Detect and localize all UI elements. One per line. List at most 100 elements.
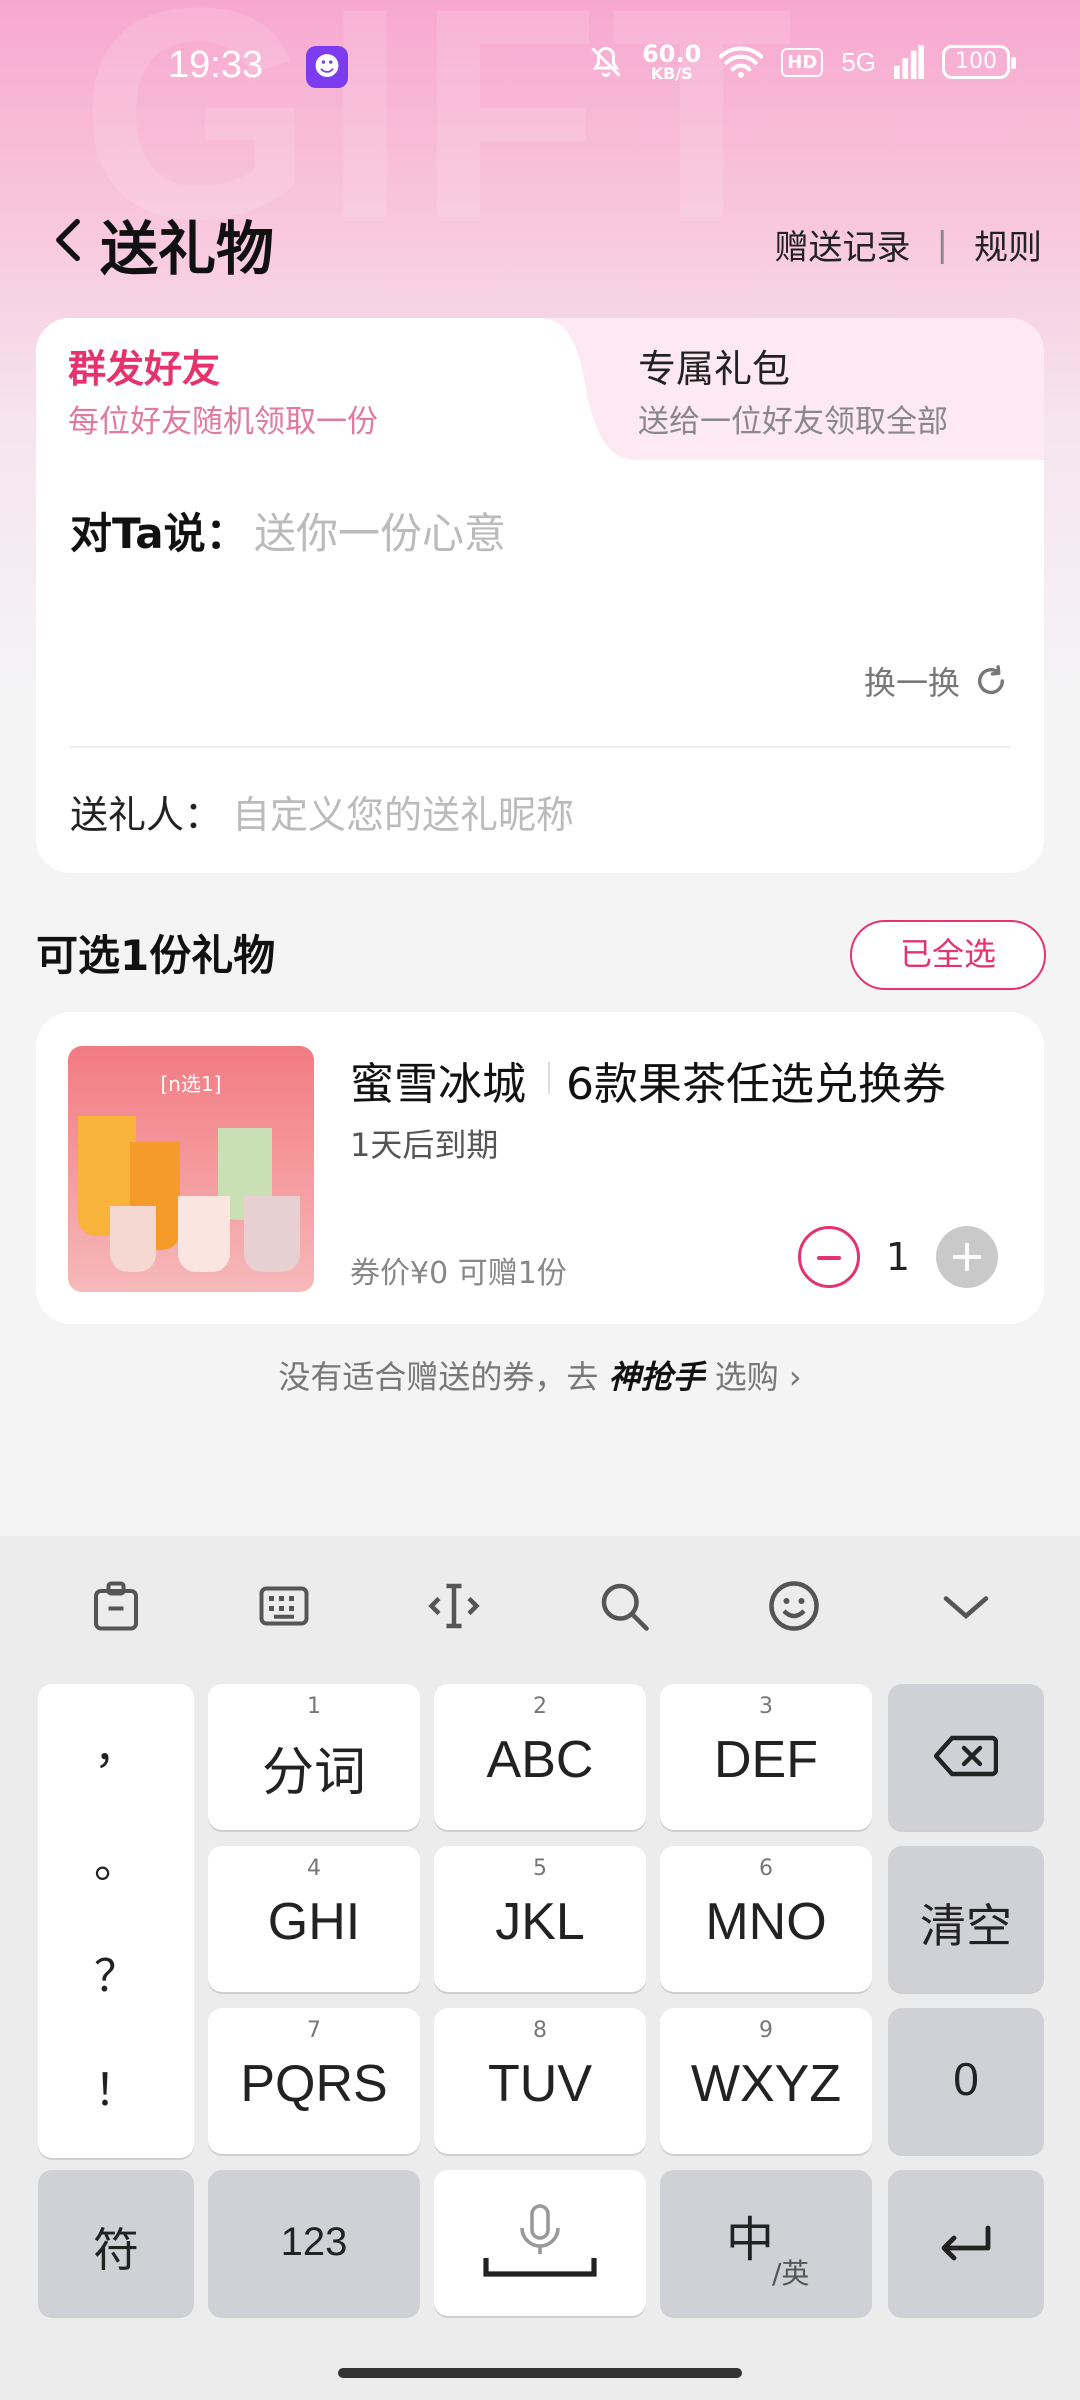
page-title: 送礼物 — [100, 215, 275, 283]
increase-quantity-button[interactable] — [936, 1226, 998, 1288]
keyboard-layout-icon[interactable] — [254, 1576, 314, 1636]
key-label: 清空 — [920, 1900, 1012, 1952]
space-voice-key[interactable] — [434, 2170, 646, 2316]
key-6-mno[interactable]: 6 MNO — [660, 1846, 872, 1992]
status-bar: 19:33 ☻ 60.0 KB/S HD 5G 100 — [0, 0, 1080, 130]
key-4-ghi[interactable]: 4 GHI — [208, 1846, 420, 1992]
gift-mode-tabs: 专属礼包 送给一位好友领取全部 群发好友 每位好友随机领取一份 — [36, 318, 1044, 460]
refresh-icon — [977, 665, 1005, 695]
mute-icon — [591, 46, 621, 77]
key-number: 4 — [307, 1856, 321, 1881]
top-navigation: 送礼物 赠送记录 | 规则 — [0, 190, 1080, 290]
key-3-def[interactable]: 3 DEF — [660, 1684, 872, 1830]
symbols-key[interactable]: 符 — [38, 2170, 194, 2316]
gift-section-title: 可选1份礼物 — [36, 931, 276, 980]
signal-label: 5G — [841, 46, 876, 77]
quantity-value: 1 — [885, 1235, 911, 1279]
collapse-keyboard-icon[interactable] — [936, 1576, 996, 1636]
keyboard-toolbar — [0, 1536, 1080, 1676]
enter-icon — [941, 2225, 991, 2261]
product-expiry: 1天后到期 — [350, 1126, 499, 1164]
product-image: [n选1] — [68, 1046, 314, 1292]
brand-separator — [548, 1062, 550, 1094]
key-number: 9 — [759, 2018, 773, 2043]
back-arrow-icon[interactable] — [50, 218, 86, 262]
app-notification-icon: ☻ — [306, 46, 348, 88]
clipboard-icon[interactable] — [86, 1576, 146, 1636]
key-5-jkl[interactable]: 5 JKL — [434, 1846, 646, 1992]
message-input[interactable]: 送你一份心意 — [254, 500, 506, 561]
refresh-label: 换一换 — [863, 664, 960, 702]
tab-subtitle: 送给一位好友领取全部 — [638, 404, 948, 440]
microphone-icon — [483, 2204, 597, 2277]
backspace-icon — [933, 1735, 999, 1777]
key-label: GHI — [267, 1893, 361, 1951]
hint-prefix: 没有适合赠送的券，去 — [278, 1358, 599, 1396]
key-label: 0 — [953, 2053, 979, 2105]
battery-indicator: 100 — [942, 45, 1016, 79]
tab-group-send[interactable]: 群发好友 每位好友随机领取一份 — [36, 318, 596, 460]
rules-link[interactable]: 规则 — [974, 220, 1042, 269]
key-number: 6 — [759, 1856, 773, 1881]
punct-period-key[interactable]: 。 — [38, 1826, 194, 1890]
product-image-tag: [n选1] — [160, 1072, 222, 1096]
select-all-button[interactable]: 已全选 — [850, 920, 1046, 990]
status-time: 19:33 — [168, 44, 264, 86]
key-number: 1 — [307, 1694, 321, 1719]
key-label: WXYZ — [690, 2055, 842, 2113]
shop-more-hint[interactable]: 没有适合赠送的券，去 神抢手 选购 › — [0, 1352, 1080, 1398]
key-8-tuv[interactable]: 8 TUV — [434, 2008, 646, 2154]
key-2-abc[interactable]: 2 ABC — [434, 1684, 646, 1830]
keyboard: ， 。 ？ ！ 1 分词 2 ABC 3 DEF 4 GHI 5 JKL 6 MNO 清空 … — [0, 1536, 1080, 2400]
gift-record-link[interactable]: 赠送记录 — [775, 220, 911, 269]
key-number: 8 — [533, 2018, 547, 2043]
punct-comma-key[interactable]: ， — [38, 1712, 194, 1776]
clear-key[interactable]: 清空 — [888, 1846, 1044, 1992]
key-label: 符 — [93, 2224, 139, 2276]
decrease-quantity-button[interactable] — [798, 1226, 860, 1288]
key-0[interactable]: 0 — [888, 2008, 1044, 2154]
quantity-stepper: 1 — [798, 1226, 998, 1288]
hint-brand: 神抢手 — [608, 1358, 705, 1396]
product-name: 6款果茶任选兑换券 — [566, 1059, 946, 1110]
hd-badge: HD — [781, 47, 824, 77]
punct-question-key[interactable]: ？ — [38, 1940, 194, 2004]
key-label: JKL — [495, 1893, 585, 1951]
cursor-move-icon[interactable] — [424, 1576, 484, 1636]
tab-title: 专属礼包 — [638, 347, 791, 391]
key-label: DEF — [714, 1731, 818, 1789]
punct-exclamation-key[interactable]: ！ — [38, 2054, 194, 2118]
sender-nickname-input[interactable]: 自定义您的送礼昵称 — [232, 784, 574, 839]
product-card[interactable]: [n选1] 蜜雪冰城 6款果茶任选兑换券 1天后到期 券价¥0 可赠1份 1 — [36, 1012, 1044, 1324]
refresh-message-button[interactable]: 换一换 — [864, 658, 1008, 704]
product-price-info: 券价¥0 可赠1份 — [350, 1256, 567, 1291]
numbers-key[interactable]: 123 — [208, 2170, 420, 2316]
key-7-pqrs[interactable]: 7 PQRS — [208, 2008, 420, 2154]
emoji-icon[interactable] — [764, 1576, 824, 1636]
key-number: 5 — [533, 1856, 547, 1881]
gift-message-card: 专属礼包 送给一位好友领取全部 群发好友 每位好友随机领取一份 对Ta说： 送你… — [36, 318, 1044, 873]
punctuation-column: ， 。 ？ ！ — [38, 1684, 194, 2158]
tab-title: 群发好友 — [68, 347, 221, 391]
lang-main-label: 中 — [726, 2212, 775, 2268]
home-indicator[interactable] — [338, 2368, 742, 2378]
status-icons: 60.0 KB/S HD 5G 100 — [588, 42, 1016, 82]
key-label: PQRS — [240, 2055, 388, 2113]
key-number: 3 — [759, 1694, 773, 1719]
lang-sub-label: /英 — [772, 2257, 810, 2290]
backspace-key[interactable] — [888, 1684, 1044, 1830]
key-1-fenci[interactable]: 1 分词 — [208, 1684, 420, 1830]
key-9-wxyz[interactable]: 9 WXYZ — [660, 2008, 872, 2154]
search-icon[interactable] — [594, 1576, 654, 1636]
message-label: 对Ta说： — [70, 509, 248, 558]
key-number: 7 — [307, 2018, 321, 2043]
enter-key[interactable] — [888, 2170, 1044, 2316]
language-switch-key[interactable]: 中 /英 — [660, 2170, 872, 2316]
hint-suffix: 选购 › — [714, 1358, 802, 1396]
tab-subtitle: 每位好友随机领取一份 — [68, 404, 378, 440]
sender-label: 送礼人： — [70, 793, 223, 837]
signal-icon — [894, 45, 924, 79]
key-label: 123 — [280, 2220, 348, 2264]
product-brand: 蜜雪冰城 — [350, 1059, 526, 1110]
key-number: 2 — [533, 1694, 547, 1719]
